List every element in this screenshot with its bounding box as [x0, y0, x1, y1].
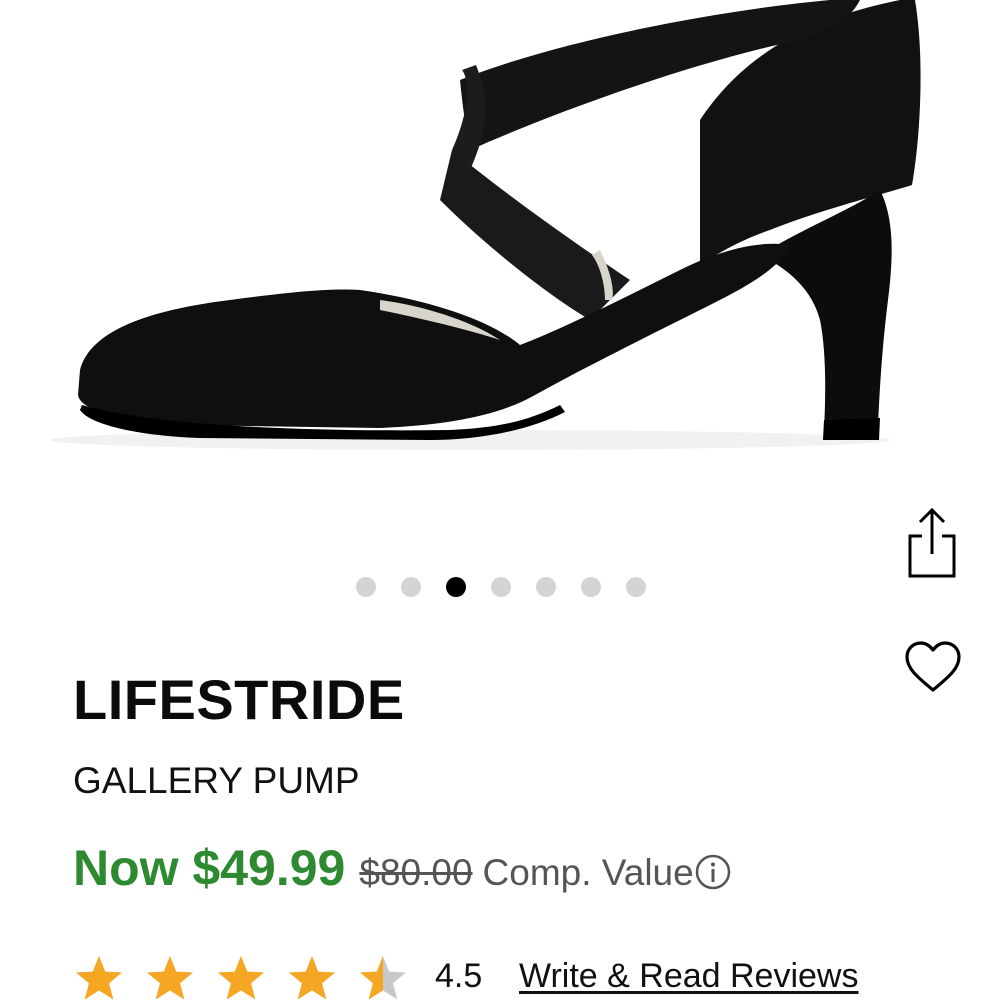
share-button[interactable]	[904, 506, 960, 580]
write-read-reviews-link[interactable]: Write & Read Reviews	[519, 952, 859, 1000]
star-icon	[216, 954, 266, 1000]
comparison-value-label: Comp. Value	[482, 852, 694, 893]
carousel-dot[interactable]	[491, 577, 511, 597]
star-icon	[74, 954, 124, 1000]
heart-icon	[905, 641, 961, 692]
product-brand: LIFESTRIDE	[73, 668, 405, 731]
favorite-button[interactable]	[904, 640, 962, 696]
image-carousel-dots	[356, 577, 646, 597]
product-detail-page: LIFESTRIDE GALLERY PUMP Now $49.99 $80.0…	[0, 0, 1000, 1000]
carousel-dot-active[interactable]	[446, 577, 466, 597]
shoe-illustration	[50, 0, 921, 450]
carousel-dot[interactable]	[626, 577, 646, 597]
current-price: Now $49.99	[73, 840, 346, 896]
comparison-price: $80.00	[359, 852, 473, 893]
carousel-dot[interactable]	[401, 577, 421, 597]
info-icon[interactable]	[694, 853, 732, 891]
star-icon	[145, 954, 195, 1000]
share-icon	[908, 507, 956, 578]
carousel-dot[interactable]	[581, 577, 601, 597]
product-image[interactable]	[0, 0, 1000, 560]
star-icon	[358, 954, 408, 1000]
carousel-dot[interactable]	[356, 577, 376, 597]
price-row: Now $49.99 $80.00 Comp. Value	[73, 838, 694, 902]
product-name: GALLERY PUMP	[73, 760, 360, 801]
carousel-dot[interactable]	[536, 577, 556, 597]
rating-row: 4.5 Write & Read Reviews	[74, 952, 1000, 1000]
star-icon	[287, 954, 337, 1000]
rating-value: 4.5	[435, 957, 483, 995]
